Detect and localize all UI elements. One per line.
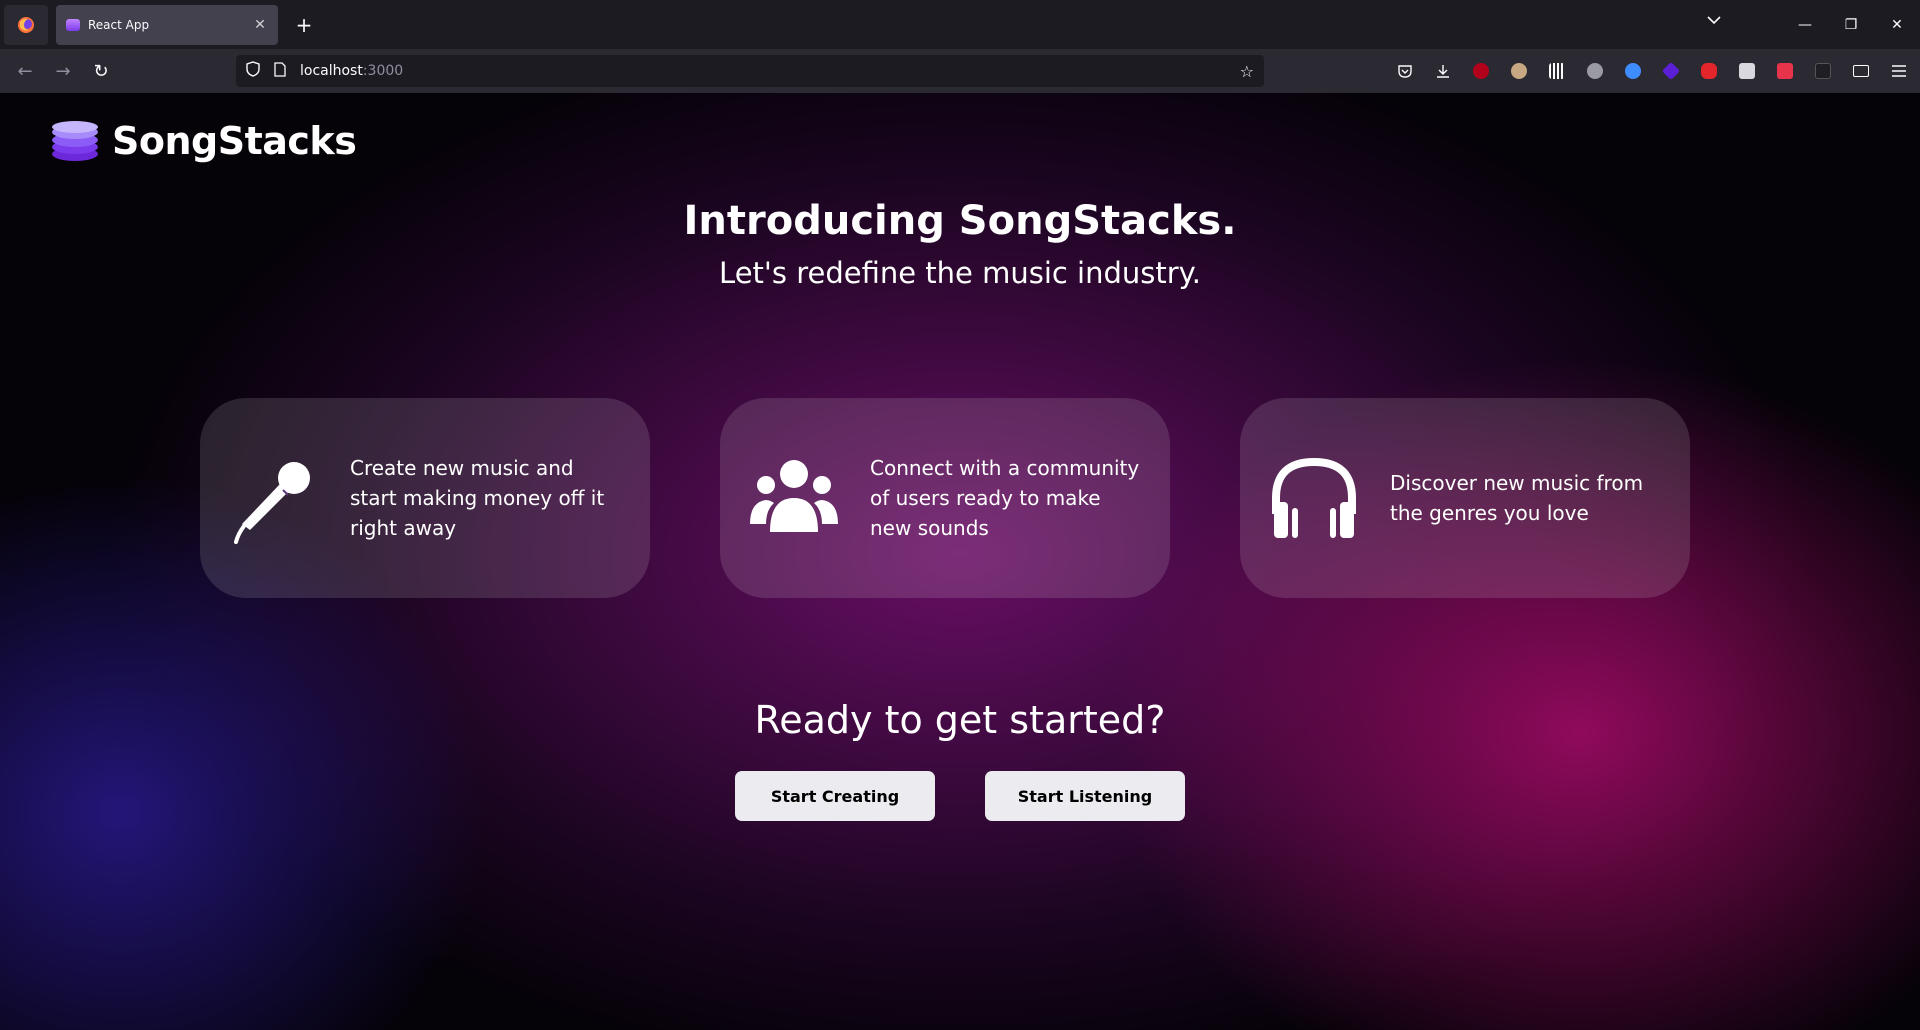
microphone-icon xyxy=(234,462,310,544)
firefox-icon xyxy=(18,16,34,33)
users-icon xyxy=(750,460,838,532)
url-port: :3000 xyxy=(362,63,404,79)
feature-text: Discover new music from the genres you l… xyxy=(1390,471,1644,525)
hero-title: Introducing SongStacks. xyxy=(683,198,1237,244)
headphones-icon xyxy=(1272,457,1356,538)
page-viewport: SongStacks Introducing SongStacks. Let's… xyxy=(0,93,1920,1030)
browser-nav-bar: ← → ↻ localhost:3000 ☆ xyxy=(0,49,1920,93)
back-arrow-icon[interactable]: ← xyxy=(6,61,44,82)
reader-icon[interactable] xyxy=(1842,59,1880,83)
firefox-menu-button[interactable] xyxy=(4,4,48,45)
bookmark-star-icon[interactable]: ☆ xyxy=(1240,62,1254,81)
reload-icon[interactable]: ↻ xyxy=(82,61,120,82)
extension-a-icon[interactable] xyxy=(1500,59,1538,83)
tab-title: React App xyxy=(88,17,150,32)
menu-icon[interactable] xyxy=(1880,59,1918,83)
extension-e-icon[interactable] xyxy=(1652,59,1690,83)
extension-i-icon[interactable] xyxy=(1804,59,1842,83)
minimize-icon[interactable]: — xyxy=(1782,17,1828,33)
feature-card-discover: Discover new music from the genres you l… xyxy=(1240,398,1690,598)
extension-c-icon[interactable] xyxy=(1576,59,1614,83)
start-creating-button[interactable]: Start Creating xyxy=(735,771,935,821)
cta-title: Ready to get started? xyxy=(754,698,1166,742)
toolbar-extensions xyxy=(1386,59,1918,83)
chevron-down-icon[interactable] xyxy=(1707,13,1721,29)
brand-name: SongStacks xyxy=(112,119,357,163)
extension-f-icon[interactable] xyxy=(1690,59,1728,83)
close-window-icon[interactable]: ✕ xyxy=(1874,17,1920,33)
extension-h-icon[interactable] xyxy=(1766,59,1804,83)
download-icon[interactable] xyxy=(1424,59,1462,83)
close-tab-icon[interactable]: ✕ xyxy=(252,17,268,33)
feature-card-community: Connect with a community of users ready … xyxy=(720,398,1170,598)
start-listening-button[interactable]: Start Listening xyxy=(985,771,1185,821)
page-info-icon[interactable] xyxy=(274,61,290,81)
stack-logo-icon xyxy=(52,121,98,161)
brand-logo[interactable]: SongStacks xyxy=(52,119,357,163)
window-controls: — ❐ ✕ xyxy=(1782,0,1920,49)
feature-card-create: Create new music and start making money … xyxy=(200,398,650,598)
hero-subtitle: Let's redefine the music industry. xyxy=(719,256,1201,290)
ublock-icon[interactable] xyxy=(1462,59,1500,83)
new-tab-icon[interactable]: + xyxy=(292,13,316,37)
restore-icon[interactable]: ❐ xyxy=(1828,17,1874,33)
extension-d-icon[interactable] xyxy=(1614,59,1652,83)
feature-text: Create new music and start making money … xyxy=(350,456,605,540)
extension-b-icon[interactable] xyxy=(1538,59,1576,83)
address-bar[interactable]: localhost:3000 ☆ xyxy=(236,55,1264,87)
pocket-icon[interactable] xyxy=(1386,59,1424,83)
forward-arrow-icon[interactable]: → xyxy=(44,61,82,82)
url-host: localhost xyxy=(300,63,363,79)
feature-text: Connect with a community of users ready … xyxy=(870,456,1140,540)
tab-favicon-icon xyxy=(66,18,80,31)
shield-icon[interactable] xyxy=(246,61,262,81)
browser-tab-bar: React App ✕ + — ❐ ✕ xyxy=(0,0,1920,49)
browser-tab-active[interactable]: React App ✕ xyxy=(56,4,278,45)
extension-g-icon[interactable] xyxy=(1728,59,1766,83)
